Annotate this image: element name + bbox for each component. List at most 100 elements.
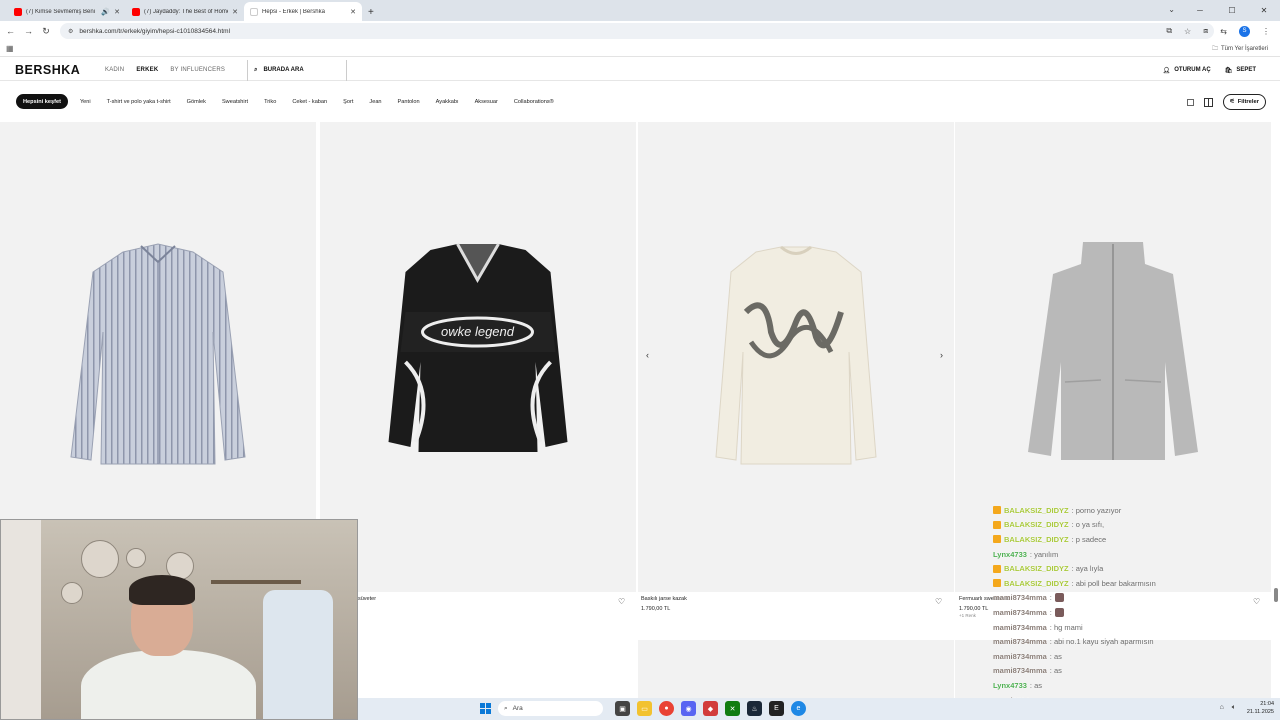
toolbar-icons: ⧉ ☆ ⧈ ⇆ S ⋮ [1166, 21, 1270, 41]
product-name[interactable]: Baskılı jarse kazak [641, 596, 687, 602]
menu-icon[interactable]: ⋮ [1262, 27, 1270, 36]
epic-games-icon[interactable]: E [769, 701, 784, 716]
site-info-icon[interactable]: ⚙ [68, 28, 73, 35]
back-button[interactable]: ← [6, 26, 15, 36]
chip-tshirt[interactable]: T-shirt ve polo yaka t-shirt [99, 94, 179, 109]
taskbar-search[interactable]: ⌕ Ara [498, 701, 603, 716]
chat-text: : [1049, 593, 1052, 603]
stream-chat-overlay: BALAKSIZ_DIDYZ: porno yazıyor BALAKSIZ_DI… [993, 503, 1233, 720]
chat-text: : abi no.1 kayu siyah aparmısın [1049, 637, 1154, 647]
chat-message: mami8734mma: hg mami [993, 620, 1233, 635]
steam-icon[interactable]: ♨ [747, 701, 762, 716]
nav-by-influencers[interactable]: BY INFLUENCERS [170, 67, 225, 73]
favorite-heart-icon[interactable]: ♡ [1253, 597, 1260, 606]
chip-sweatshirt[interactable]: Sweatshirt [214, 94, 256, 109]
install-app-icon[interactable]: ⧉ [1166, 26, 1172, 36]
close-tab-icon[interactable]: ✕ [114, 8, 120, 16]
chip-ceket-kaban[interactable]: Ceket - kaban [284, 94, 335, 109]
tab-search-icon[interactable]: ⌄ [1168, 5, 1175, 14]
chip-ayakkabi[interactable]: Ayakkabı [428, 94, 467, 109]
chrome-icon[interactable]: ● [659, 701, 674, 716]
chat-text: : porno yazıyor [1071, 505, 1122, 515]
tab-title: Hepsi - Erkek | Bershka [262, 8, 325, 15]
task-view-icon[interactable]: ▣ [615, 701, 630, 716]
volume-icon[interactable]: 🔈︎ [1232, 704, 1236, 712]
network-icon[interactable]: ⌂ [1220, 704, 1224, 712]
chip-pantolon[interactable]: Pantolon [390, 94, 428, 109]
extensions-icon[interactable]: ⧈ [1203, 26, 1208, 36]
chip-yeni[interactable]: Yeni [72, 94, 99, 109]
site-search[interactable]: ⌕ BURADA ARA [247, 59, 348, 81]
nav-erkek[interactable]: ERKEK [136, 67, 158, 73]
chip-gomlek[interactable]: Gömlek [179, 94, 214, 109]
translate-icon[interactable]: ⇆ [1220, 27, 1227, 36]
forward-button[interactable]: → [24, 26, 33, 36]
chat-username: BALAKSIZ_DIDYZ [1004, 520, 1069, 530]
grid-view-icon[interactable] [1203, 97, 1213, 107]
bershka-favicon-icon [250, 7, 258, 16]
close-tab-icon[interactable]: ✕ [232, 8, 238, 16]
chat-username: mami8734mma [993, 593, 1047, 603]
carousel-prev-arrow[interactable]: ‹ [646, 350, 649, 360]
cart-button[interactable]: 🛍︎ SEPET [1225, 67, 1256, 74]
carousel-next-arrow[interactable]: › [940, 350, 943, 360]
chat-message: Lynx4733: as [993, 678, 1233, 693]
single-view-icon[interactable] [1186, 98, 1194, 106]
file-explorer-icon[interactable]: ▭ [637, 701, 652, 716]
search-icon: ⌕ [504, 704, 508, 712]
chip-jean[interactable]: Jean [361, 94, 389, 109]
app-icon[interactable]: ◆ [703, 701, 718, 716]
taskbar-search-label: Ara [512, 705, 523, 712]
chip-triko[interactable]: Triko [256, 94, 284, 109]
chat-username: mami8734mma [993, 607, 1047, 617]
reload-button[interactable]: ↻ [42, 26, 50, 37]
new-tab-button[interactable]: + [368, 7, 374, 18]
clock[interactable]: 21:04 21.11.2025 [1247, 700, 1274, 716]
streamer-body [81, 650, 256, 719]
xbox-icon[interactable]: ✕ [725, 701, 740, 716]
chat-text: : yanılım [1029, 549, 1059, 559]
address-bar[interactable]: ⚙ bershka.com/tr/erkek/giyim/hepsi-c1010… [60, 23, 1214, 39]
discord-icon[interactable]: ◉ [681, 701, 696, 716]
product-card-next-row[interactable] [638, 640, 954, 700]
product-card[interactable]: owke legend [320, 122, 636, 592]
chip-collaborations[interactable]: Collaborations® [506, 94, 562, 109]
maximize-button[interactable]: ☐ [1216, 6, 1248, 15]
clock-date: 21.11.2025 [1246, 709, 1274, 715]
webcam-door [1, 520, 41, 719]
filters-button[interactable]: ⚟ Filtreler [1222, 94, 1266, 110]
chip-sort[interactable]: Şort [335, 94, 361, 109]
close-window-button[interactable]: ✕ [1248, 6, 1280, 15]
chat-message: mami8734mma: as [993, 649, 1233, 664]
nav-kadin[interactable]: KADIN [105, 67, 124, 73]
wall-shelf [211, 580, 301, 584]
product-name[interactable]: süveter [358, 596, 376, 602]
page-scrollbar[interactable] [1274, 588, 1278, 602]
search-icon: ⌕ [254, 66, 258, 73]
minimize-button[interactable]: ─ [1184, 6, 1216, 15]
browser-tab-1[interactable]: (7) Kimse Sevmemiş Beni (Ba 🔊 ✕ [8, 2, 126, 21]
browser-tab-2[interactable]: (7) Jaydaddy: The Best of Home ✕ [126, 2, 244, 21]
apps-grid-icon[interactable]: ▦ [6, 44, 14, 53]
login-button[interactable]: 👤︎ OTURUM AÇ [1163, 67, 1211, 74]
bershka-logo[interactable]: BERSHKA [15, 63, 105, 77]
clock-time: 21:04 [1260, 701, 1274, 707]
profile-avatar[interactable]: S [1239, 25, 1250, 37]
browser-tab-3[interactable]: Hepsi - Erkek | Bershka ✕ [244, 2, 362, 21]
speaker-icon[interactable]: 🔊 [101, 8, 110, 16]
windows-start-icon[interactable] [480, 703, 491, 714]
chip-aksesuar[interactable]: Aksesuar [467, 94, 506, 109]
chip-hepsini-kesfet[interactable]: Hepsini keşfet [16, 94, 68, 109]
close-tab-icon[interactable]: ✕ [350, 8, 356, 16]
favorite-heart-icon[interactable]: ♡ [935, 597, 942, 606]
window-controls: ─ ☐ ✕ [1184, 0, 1280, 21]
bookmark-star-icon[interactable]: ☆ [1184, 27, 1191, 36]
edge-icon[interactable]: e [791, 701, 806, 716]
chat-message: mami8734mma: [993, 591, 1233, 606]
favorite-heart-icon[interactable]: ♡ [618, 597, 625, 606]
all-bookmarks[interactable]: 🗀 Tüm Yer İşaretleri [1212, 44, 1268, 54]
chat-username: BALAKSIZ_DIDYZ [1004, 534, 1069, 544]
user-icon: 👤︎ [1162, 67, 1171, 74]
product-card[interactable]: ‹ › [638, 122, 954, 592]
browser-tabstrip: (7) Kimse Sevmemiş Beni (Ba 🔊 ✕ (7) Jayd… [0, 0, 1280, 21]
